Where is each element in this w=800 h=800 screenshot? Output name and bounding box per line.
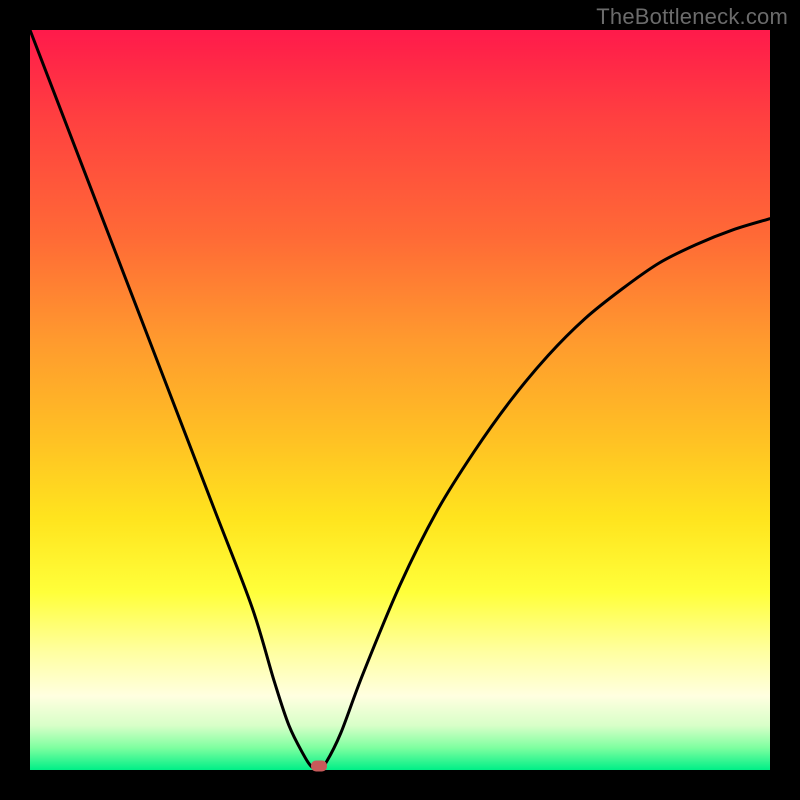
curve-svg	[30, 30, 770, 770]
watermark-text: TheBottleneck.com	[596, 4, 788, 30]
min-marker	[311, 761, 327, 772]
bottleneck-curve	[30, 30, 770, 770]
chart-frame: TheBottleneck.com	[0, 0, 800, 800]
plot-area	[30, 30, 770, 770]
